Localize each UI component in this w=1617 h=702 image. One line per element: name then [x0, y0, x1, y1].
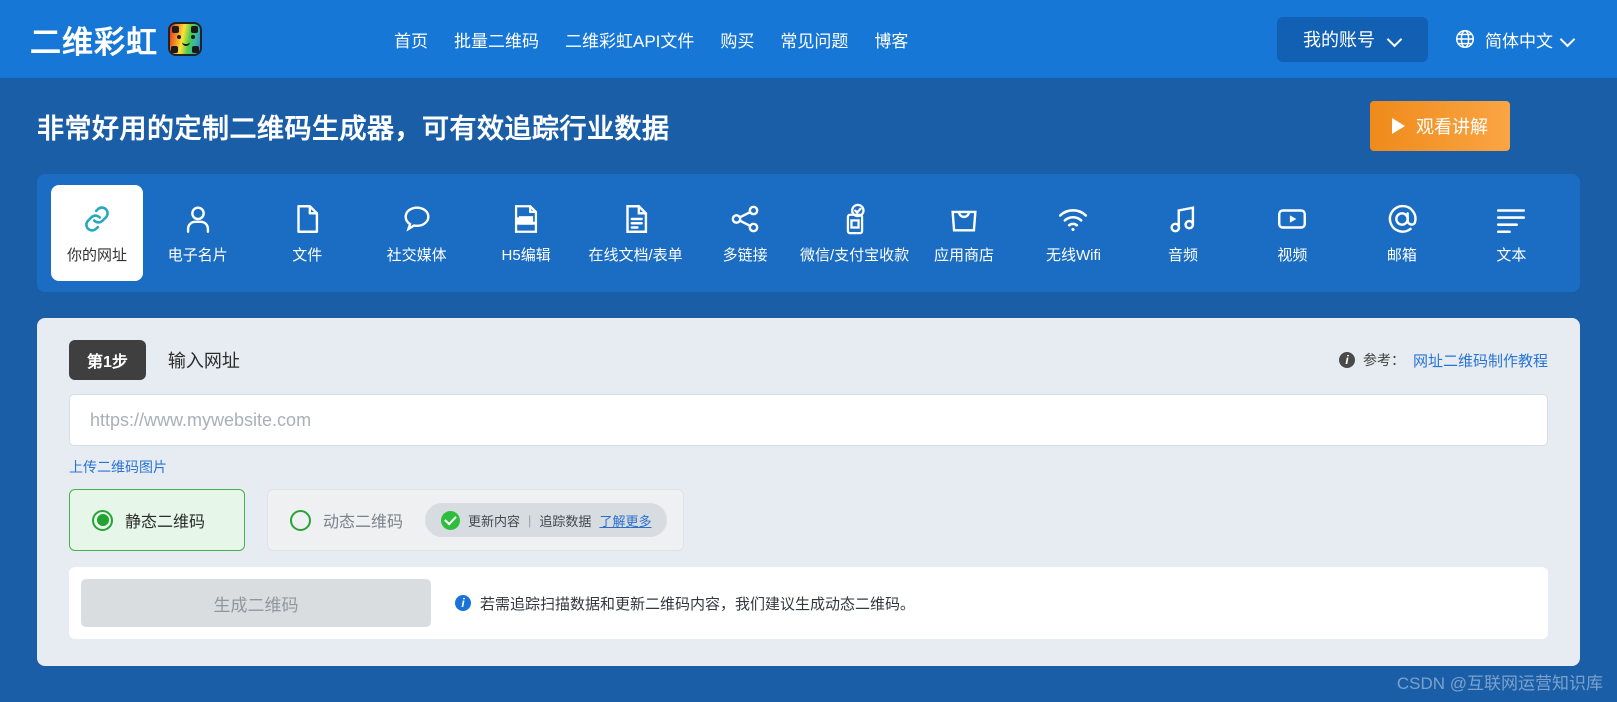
radio-unselected-icon — [290, 509, 311, 531]
dynamic-feature-pill: 更新内容 | 追踪数据 了解更多 — [425, 503, 668, 537]
file-icon — [297, 204, 319, 233]
pill-divider: | — [528, 512, 532, 528]
tab-label: H5编辑 — [501, 246, 551, 264]
tab-business-card[interactable]: 电子名片 — [143, 185, 252, 281]
chat-bubble-icon — [404, 205, 430, 232]
generate-panel: 生成二维码 i 若需追踪扫描数据和更新二维码内容，我们建议生成动态二维码。 — [69, 567, 1548, 639]
radio-dynamic-qr[interactable]: 动态二维码 更新内容 | 追踪数据 了解更多 — [267, 489, 685, 551]
mobile-pay-icon — [846, 203, 865, 234]
step-title: 输入网址 — [167, 351, 240, 371]
tab-h5-editor[interactable]: HTML H5编辑 — [471, 185, 580, 281]
upload-qr-image-link[interactable]: 上传二维码图片 — [69, 457, 167, 477]
url-input[interactable] — [69, 394, 1548, 446]
step-1-card: 第1步 输入网址 i 参考： 网址二维码制作教程 上传二维码图片 静态二维码 动… — [37, 318, 1580, 666]
step-badge: 第1步 — [69, 340, 146, 380]
radio-dynamic-label: 动态二维码 — [323, 514, 404, 531]
site-logo[interactable]: 二维彩虹 — [30, 17, 202, 62]
language-selector[interactable]: 简体中文 — [1454, 27, 1575, 52]
wifi-icon — [1059, 208, 1088, 231]
tab-label: 视频 — [1277, 246, 1308, 264]
nav-item-home[interactable]: 首页 — [394, 27, 428, 52]
tab-social-media[interactable]: 社交媒体 — [362, 185, 471, 281]
share-nodes-icon — [731, 205, 759, 232]
tab-label: 文本 — [1496, 246, 1527, 264]
tab-your-url[interactable]: 你的网址 — [51, 185, 143, 281]
nav-item-blog[interactable]: 博客 — [874, 27, 908, 52]
tab-audio[interactable]: 音频 — [1128, 185, 1237, 281]
svg-text:HTML: HTML — [518, 216, 535, 225]
nav-item-bulk-qr[interactable]: 批量二维码 — [454, 27, 539, 52]
pill-update-label: 更新内容 — [468, 513, 521, 529]
rainbow-bear-icon — [168, 22, 202, 56]
reference-label: 参考： — [1362, 352, 1405, 368]
reference-group: i 参考： 网址二维码制作教程 — [1338, 350, 1548, 371]
globe-icon — [1456, 30, 1474, 48]
tab-label: 无线Wifi — [1045, 246, 1101, 264]
music-note-icon — [1170, 205, 1195, 232]
radio-selected-icon — [92, 509, 113, 531]
reference-link[interactable]: 网址二维码制作教程 — [1413, 350, 1548, 371]
qr-generator-page: 二维彩虹 首页 批量二维码 二维彩虹API文件 购买 常见问题 博客 我的账号 — [0, 0, 1617, 702]
info-icon: i — [1338, 352, 1355, 368]
play-icon — [1392, 118, 1405, 134]
my-account-label: 我的账号 — [1303, 30, 1375, 50]
tab-label: 在线文档/表单 — [588, 246, 683, 264]
shopping-bag-icon — [951, 210, 977, 232]
tab-app-store[interactable]: 应用商店 — [909, 185, 1018, 281]
tab-wifi[interactable]: 无线Wifi — [1019, 185, 1128, 281]
nav-item-faq[interactable]: 常见问题 — [780, 27, 848, 52]
logo-text: 二维彩虹 — [30, 24, 158, 60]
at-sign-icon — [1388, 204, 1417, 233]
qr-mode-radio-group: 静态二维码 动态二维码 更新内容 | 追踪数据 了解更多 — [69, 489, 1548, 551]
link-icon — [85, 205, 109, 232]
radio-static-qr[interactable]: 静态二维码 — [69, 489, 245, 551]
tab-email[interactable]: 邮箱 — [1347, 185, 1456, 281]
my-account-button[interactable]: 我的账号 — [1277, 16, 1428, 62]
tab-video[interactable]: 视频 — [1238, 185, 1347, 281]
qr-type-tabbar: 你的网址 电子名片 文件 社交媒体 HTML H5编辑 在线文档/表单 多链接 … — [37, 174, 1580, 292]
tab-label: 音频 — [1167, 246, 1198, 264]
generate-note-text: 若需追踪扫描数据和更新二维码内容，我们建议生成动态二维码。 — [480, 595, 916, 613]
generate-note: i 若需追踪扫描数据和更新二维码内容，我们建议生成动态二维码。 — [455, 593, 915, 614]
hero-top-row: 非常好用的定制二维码生成器，可有效追踪行业数据 观看讲解 — [37, 78, 1580, 174]
tab-label: 社交媒体 — [386, 246, 447, 264]
tab-label: 电子名片 — [167, 246, 228, 264]
site-header: 二维彩虹 首页 批量二维码 二维彩虹API文件 购买 常见问题 博客 我的账号 — [0, 0, 1617, 78]
video-play-icon — [1278, 208, 1307, 229]
chevron-down-icon — [1562, 33, 1575, 46]
tab-text[interactable]: 文本 — [1457, 185, 1566, 281]
learn-more-link[interactable]: 了解更多 — [599, 511, 651, 530]
pill-track-label: 追踪数据 — [539, 513, 592, 529]
watch-tutorial-button[interactable]: 观看讲解 — [1370, 101, 1510, 151]
html-file-icon: HTML — [515, 204, 538, 233]
tab-multi-link[interactable]: 多链接 — [690, 185, 799, 281]
tab-label: 邮箱 — [1386, 246, 1417, 264]
generate-qr-button[interactable]: 生成二维码 — [81, 579, 431, 627]
main-nav: 首页 批量二维码 二维彩虹API文件 购买 常见问题 博客 — [394, 27, 908, 52]
step-header: 第1步 输入网址 i 参考： 网址二维码制作教程 — [69, 340, 1548, 380]
tab-file[interactable]: 文件 — [252, 185, 361, 281]
tab-label: 文件 — [292, 246, 323, 264]
page-title: 非常好用的定制二维码生成器，可有效追踪行业数据 — [37, 113, 670, 144]
tab-label: 多链接 — [722, 246, 768, 264]
header-right-group: 我的账号 简体中文 — [1277, 16, 1593, 62]
text-lines-icon — [1497, 208, 1526, 233]
nav-item-purchase[interactable]: 购买 — [720, 27, 754, 52]
tab-label: 应用商店 — [934, 246, 995, 264]
tab-label: 微信/支付宝收款 — [799, 246, 910, 264]
hero-section: 非常好用的定制二维码生成器，可有效追踪行业数据 观看讲解 你的网址 电子名片 文… — [0, 78, 1617, 702]
info-icon: i — [455, 595, 471, 611]
radio-static-label: 静态二维码 — [125, 514, 206, 531]
tab-label: 你的网址 — [66, 246, 127, 264]
document-lines-icon — [625, 204, 647, 233]
tab-online-doc-form[interactable]: 在线文档/表单 — [581, 185, 690, 281]
check-circle-icon — [441, 510, 461, 530]
watch-tutorial-label: 观看讲解 — [1416, 117, 1488, 137]
nav-item-api-docs[interactable]: 二维彩虹API文件 — [565, 27, 694, 52]
person-icon — [186, 205, 209, 233]
chevron-down-icon — [1389, 33, 1402, 46]
language-label: 简体中文 — [1485, 31, 1553, 51]
tab-wechat-alipay[interactable]: 微信/支付宝收款 — [800, 185, 909, 281]
